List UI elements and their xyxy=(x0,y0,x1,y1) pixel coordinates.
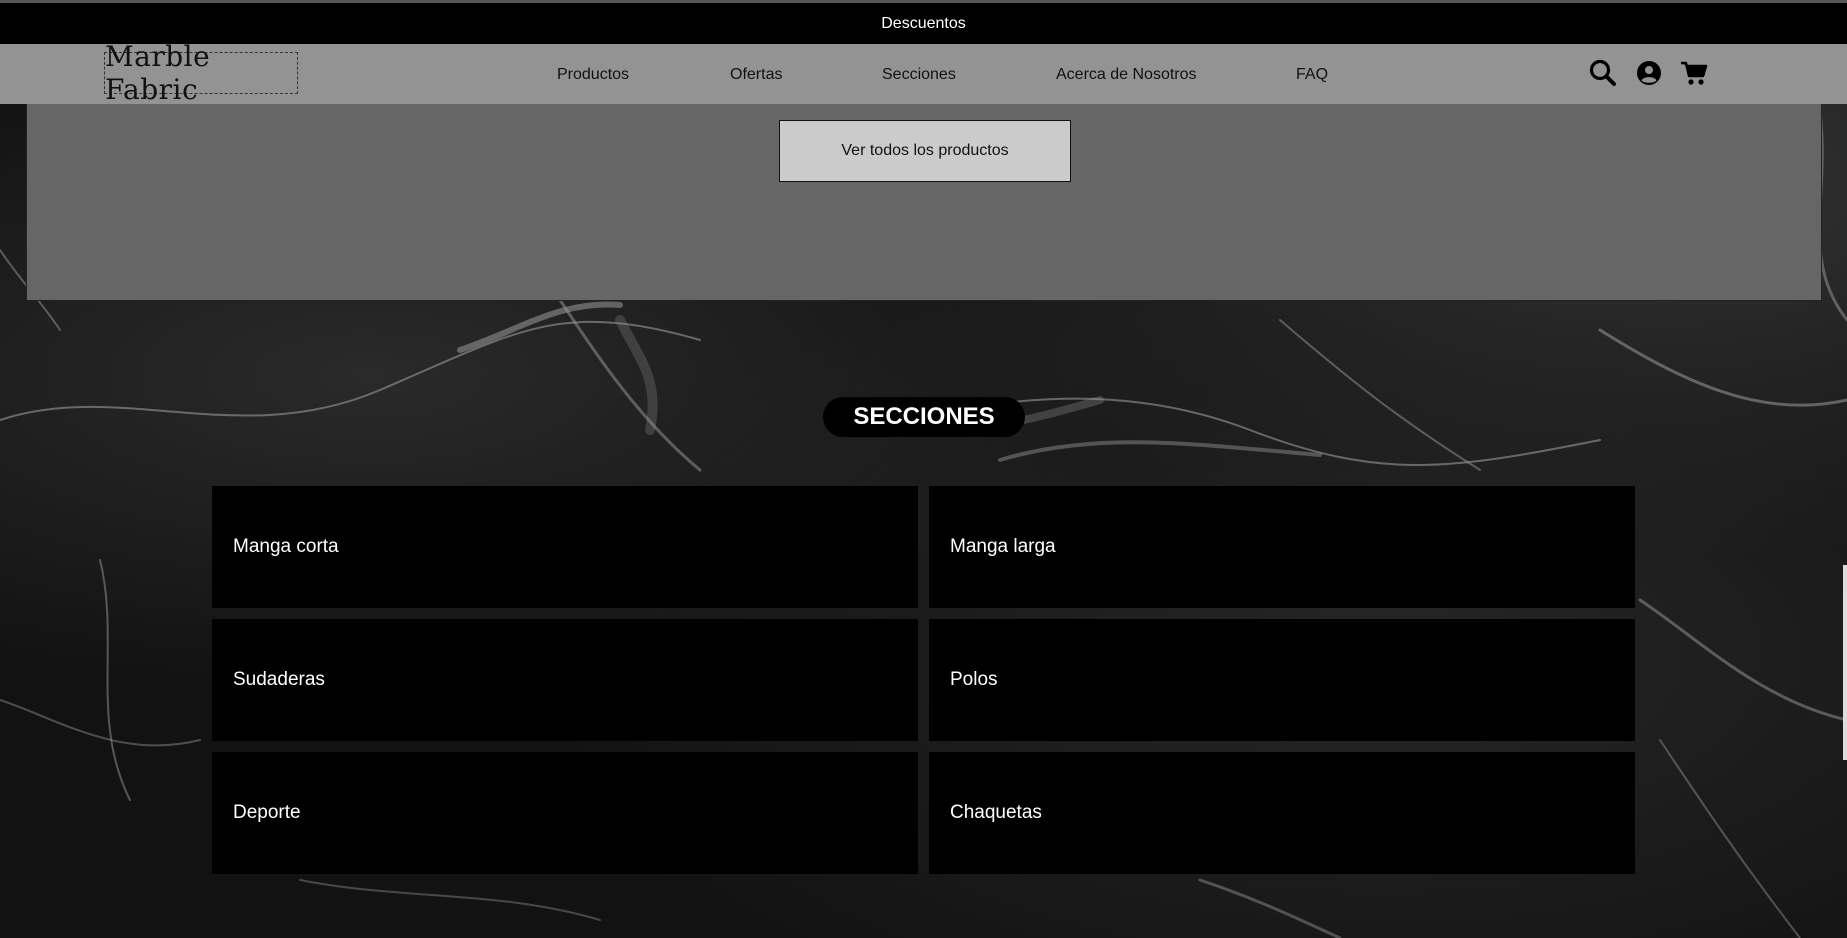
nav-item-secciones[interactable]: Secciones xyxy=(882,66,956,84)
account-icon[interactable] xyxy=(1634,58,1664,88)
cart-icon[interactable] xyxy=(1679,58,1709,88)
section-card-chaquetas[interactable]: Chaquetas xyxy=(929,752,1635,874)
nav-item-ofertas[interactable]: Ofertas xyxy=(730,66,782,84)
main-navbar: Marble Fabric Productos Ofertas Seccione… xyxy=(0,40,1847,106)
announcement-text[interactable]: Descuentos xyxy=(881,15,966,33)
section-card-manga-corta[interactable]: Manga corta xyxy=(212,486,918,608)
nav-item-acerca[interactable]: Acerca de Nosotros xyxy=(1056,66,1197,84)
section-card-label: Manga larga xyxy=(950,536,1056,557)
sections-title: SECCIONES xyxy=(823,397,1025,437)
section-card-manga-larga[interactable]: Manga larga xyxy=(929,486,1635,608)
view-all-products-button[interactable]: Ver todos los productos xyxy=(779,120,1071,182)
products-panel: Ver todos los productos xyxy=(26,104,1822,301)
section-card-deporte[interactable]: Deporte xyxy=(212,752,918,874)
section-card-label: Sudaderas xyxy=(233,669,325,690)
section-card-polos[interactable]: Polos xyxy=(929,619,1635,741)
section-card-sudaderas[interactable]: Sudaderas xyxy=(212,619,918,741)
nav-item-faq[interactable]: FAQ xyxy=(1296,66,1328,84)
logo[interactable]: Marble Fabric xyxy=(104,40,298,106)
section-card-label: Polos xyxy=(950,669,998,690)
announcement-bar: Descuentos xyxy=(0,0,1847,44)
search-icon[interactable] xyxy=(1588,58,1618,88)
section-card-label: Chaquetas xyxy=(950,802,1042,823)
nav-item-productos[interactable]: Productos xyxy=(557,66,629,84)
section-card-label: Deporte xyxy=(233,802,301,823)
scrollbar-thumb[interactable] xyxy=(1843,565,1847,760)
section-card-label: Manga corta xyxy=(233,536,339,557)
